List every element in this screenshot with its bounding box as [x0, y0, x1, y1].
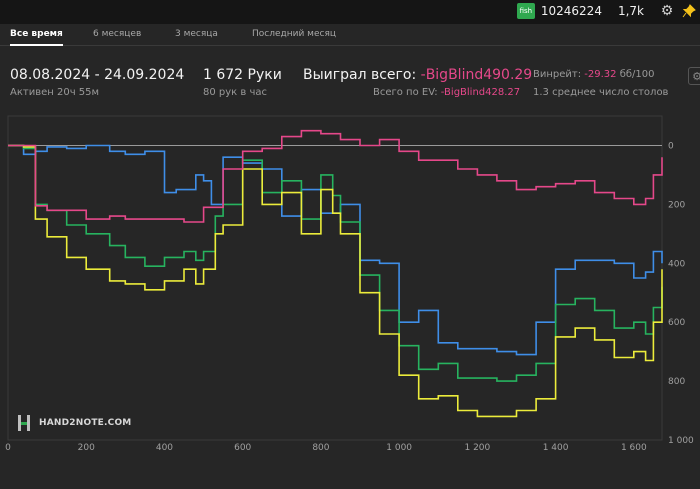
ev-label: Всего по EV:	[373, 87, 438, 98]
won-total: Выиграл всего: -BigBlind490.29	[303, 67, 532, 83]
y-tick-label: 200	[668, 200, 685, 210]
x-tick-label: 600	[234, 443, 251, 453]
account-count: 1,7k	[617, 4, 644, 18]
series-line-3	[8, 129, 663, 223]
x-tick-label: 1 200	[464, 443, 490, 453]
y-tick-label: 400	[668, 259, 685, 269]
top-bar: fish 10246224 1,7k ⚙	[0, 0, 700, 24]
ev-total: Всего по EV: -BigBlind428.27	[373, 87, 520, 98]
site-badge: fish	[516, 3, 535, 19]
x-tick-label: 400	[156, 443, 173, 453]
winrate-label: Винрейт:	[533, 69, 582, 80]
results-chart-svg: 0 200 400 600 800 1 000 0 200 400 600 800 1 000 1 20…	[5, 115, 694, 453]
hands-per-hour: 80 рук в час	[203, 87, 267, 98]
hands-count: 1 672 Руки	[203, 67, 282, 83]
x-tick-label: 1 600	[621, 443, 647, 453]
chart-plot-area	[7, 115, 663, 441]
hand2note-logo-icon	[18, 415, 30, 431]
user-block: fish 10246224 1,7k ⚙	[516, 0, 700, 22]
series-line-2	[8, 144, 663, 418]
x-tick-label: 1 000	[386, 443, 412, 453]
pin-icon[interactable]	[678, 0, 700, 22]
y-tick-label: 600	[668, 318, 685, 328]
won-value: -BigBlind490.29	[420, 67, 533, 83]
winrate-unit: бб/100	[619, 69, 655, 80]
x-tick-label: 800	[312, 443, 329, 453]
account-id[interactable]: 10246224	[541, 4, 602, 18]
x-tick-label: 1 400	[543, 443, 569, 453]
won-label: Выиграл всего:	[303, 67, 417, 83]
series-line-1	[8, 144, 663, 382]
tab-3-months[interactable]: 3 месяца	[175, 24, 218, 46]
x-tick-label: 200	[78, 443, 95, 453]
results-chart: 0 200 400 600 800 1 000 0 200 400 600 800 1 000 1 20…	[0, 110, 700, 489]
active-time: Активен 20ч 55м	[10, 87, 100, 98]
x-tick-label: 0	[5, 443, 11, 453]
gear-icon[interactable]: ⚙	[656, 0, 678, 22]
period-tabs: Все время 6 месяцев 3 месяца Последний м…	[0, 24, 700, 46]
series-line-0	[8, 144, 663, 356]
y-tick-label: 0	[668, 141, 674, 151]
date-range: 08.08.2024 - 24.09.2024	[10, 67, 185, 83]
hand2note-logo: HAND2NOTE.COM	[17, 414, 131, 432]
y-tick-label: 1 000	[668, 436, 694, 446]
winrate: Винрейт: -29.32 бб/100	[533, 69, 655, 80]
avg-tables: 1.3 среднее число столов	[533, 87, 669, 98]
y-tick-label: 800	[668, 377, 685, 387]
ev-value: -BigBlind428.27	[440, 87, 521, 98]
tab-all-time[interactable]: Все время	[10, 24, 63, 46]
stats-settings-icon[interactable]: ⚙	[688, 67, 700, 85]
tab-last-month[interactable]: Последний месяц	[252, 24, 336, 46]
winrate-value: -29.32	[584, 69, 617, 80]
logo-text: HAND2NOTE.COM	[39, 418, 132, 428]
tab-6-months[interactable]: 6 месяцев	[93, 24, 141, 46]
